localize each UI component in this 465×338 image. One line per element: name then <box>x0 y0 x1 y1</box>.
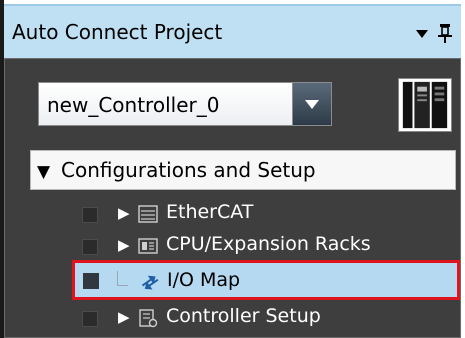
io-map-icon <box>141 275 159 290</box>
tree-item-label: Controller Setup <box>166 305 321 327</box>
panel-title-bar: Auto Connect Project <box>4 4 461 58</box>
item-status-square <box>82 311 98 327</box>
expand-arrow[interactable]: ▶ <box>118 236 130 254</box>
tree-item-label: CPU/Expansion Racks <box>166 233 371 255</box>
tree-item-label: EtherCAT <box>166 201 254 223</box>
expand-arrow[interactable]: ▶ <box>118 204 130 222</box>
controller-select[interactable]: new_Controller_0 <box>38 82 332 126</box>
controller-hardware-icon[interactable] <box>398 78 452 132</box>
pin-icon[interactable] <box>436 22 454 44</box>
controller-select-dropdown-button[interactable] <box>292 83 331 125</box>
item-status-square <box>82 239 98 255</box>
controller-select-value: new_Controller_0 <box>47 93 220 117</box>
tree-item-io-map[interactable]: I/O Map <box>72 260 460 300</box>
item-status-square <box>82 207 98 223</box>
tree-item-ethercat[interactable]: ▶ EtherCAT <box>72 196 460 232</box>
chevron-down-icon <box>305 100 319 109</box>
auto-connect-project-panel: Auto Connect Project new_Controller_0 ▼ … <box>0 0 465 338</box>
tree-connector-line <box>117 271 128 286</box>
cpu-racks-icon <box>138 238 158 254</box>
tree-item-cpu-expansion-racks[interactable]: ▶ CPU/Expansion Racks <box>72 228 460 264</box>
tree-item-label: I/O Map <box>167 269 241 291</box>
tree-root-label: Configurations and Setup <box>61 158 316 182</box>
chevron-down-icon[interactable] <box>416 30 428 38</box>
controller-setup-icon <box>139 309 158 328</box>
expand-arrow[interactable]: ▼ <box>37 162 50 182</box>
tree-item-controller-setup[interactable]: ▶ Controller Setup <box>72 300 460 336</box>
tree-root-configurations-and-setup[interactable]: ▼ Configurations and Setup <box>30 150 456 190</box>
ethercat-icon <box>138 205 158 223</box>
item-status-square <box>83 273 99 289</box>
expand-arrow[interactable]: ▶ <box>118 308 130 326</box>
panel-title: Auto Connect Project <box>12 20 223 44</box>
